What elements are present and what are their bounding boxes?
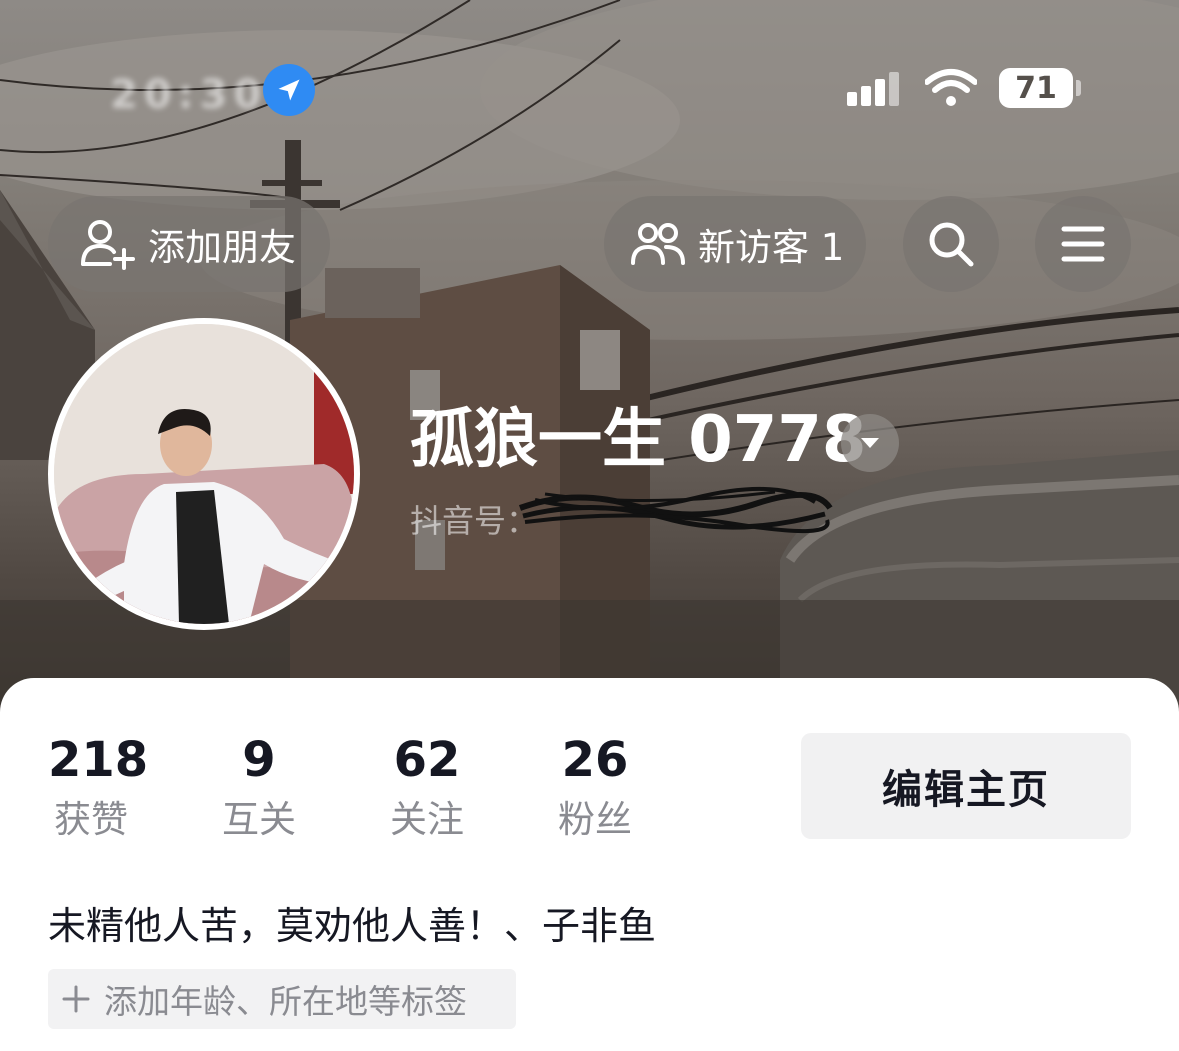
battery-tip <box>1076 80 1081 96</box>
add-tags-button[interactable]: 添加年龄、所在地等标签 <box>48 969 516 1029</box>
battery-level: 71 <box>1015 70 1057 106</box>
stat-followers-value: 26 <box>561 732 629 788</box>
stat-followers[interactable]: 26 粉丝 <box>554 732 636 844</box>
status-time: 20:30 <box>110 72 268 118</box>
stat-following-label: 关注 <box>390 797 464 841</box>
stat-likes[interactable]: 218 获赞 <box>48 732 149 844</box>
profile-nickname: 孤狼一生 0778 <box>410 403 867 477</box>
add-user-icon <box>81 220 135 270</box>
battery-icon: 71 <box>999 68 1073 108</box>
cellular-signal-icon <box>847 72 899 106</box>
avatar[interactable] <box>48 318 360 630</box>
plus-icon <box>62 985 90 1013</box>
stat-mutual-value: 9 <box>242 732 276 788</box>
redacted-id-scribble <box>518 486 833 534</box>
menu-button[interactable] <box>1035 196 1131 292</box>
stat-likes-value: 218 <box>48 732 149 788</box>
wifi-icon <box>925 69 977 106</box>
stat-followers-label: 粉丝 <box>558 797 632 841</box>
stat-mutual-follows[interactable]: 9 互关 <box>218 732 300 844</box>
edit-profile-button[interactable]: 编辑主页 <box>801 733 1131 839</box>
location-arrow-icon <box>263 64 315 116</box>
caret-down-icon <box>861 438 879 448</box>
visitors-icon <box>631 223 685 265</box>
search-icon <box>929 222 974 267</box>
add-tags-label: 添加年龄、所在地等标签 <box>104 982 467 1021</box>
account-switch-button[interactable] <box>841 414 899 472</box>
add-friend-button[interactable]: 添加朋友 <box>48 196 330 292</box>
stat-following[interactable]: 62 关注 <box>386 732 468 844</box>
add-friend-label: 添加朋友 <box>148 226 296 269</box>
profile-bio: 未精他人苦，莫劝他人善！、子非鱼 <box>48 904 657 948</box>
new-visitors-label: 新访客 1 <box>698 226 845 269</box>
menu-icon <box>1061 226 1105 262</box>
stat-mutual-label: 互关 <box>222 797 296 841</box>
stat-following-value: 62 <box>393 732 461 788</box>
avatar-photo <box>54 324 354 624</box>
new-visitors-button[interactable]: 新访客 1 <box>604 196 866 292</box>
stat-likes-label: 获赞 <box>54 797 128 841</box>
search-button[interactable] <box>903 196 999 292</box>
